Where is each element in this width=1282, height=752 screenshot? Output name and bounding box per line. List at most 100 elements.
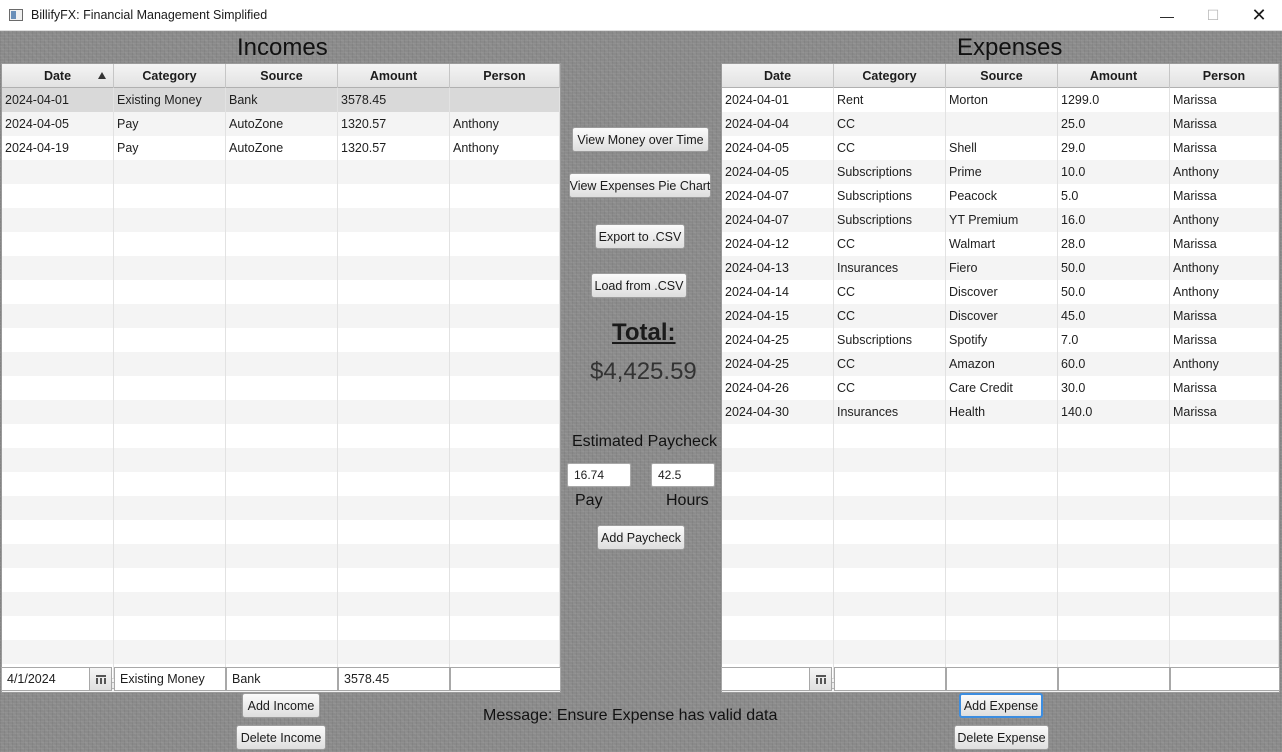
expense-source-input[interactable]	[946, 667, 1058, 691]
table-cell-date	[722, 592, 834, 616]
empty-table-row	[2, 352, 560, 376]
income-person-input[interactable]	[450, 667, 561, 691]
column-header-source[interactable]: Source	[226, 64, 338, 88]
table-row[interactable]: 2024-04-25 Subscriptions Spotify 7.0 Marissa	[722, 328, 1279, 352]
income-amount-input[interactable]: 3578.45	[338, 667, 450, 691]
income-category-input[interactable]: Existing Money	[114, 667, 226, 691]
table-cell-person	[450, 280, 560, 304]
table-cell-person: Marissa	[1170, 184, 1279, 208]
table-cell-amount	[338, 280, 450, 304]
column-header-source[interactable]: Source	[946, 64, 1058, 88]
table-cell-source	[226, 280, 338, 304]
table-cell-source: AutoZone	[226, 112, 338, 136]
table-row[interactable]: 2024-04-01 Rent Morton 1299.0 Marissa	[722, 88, 1279, 112]
table-cell-person	[1170, 592, 1279, 616]
export-csv-button[interactable]: Export to .CSV	[595, 224, 685, 249]
table-cell-person	[450, 520, 560, 544]
table-cell-person: Marissa	[1170, 376, 1279, 400]
maximize-button[interactable]: ☐	[1190, 0, 1236, 31]
table-row[interactable]: 2024-04-14 CC Discover 50.0 Anthony	[722, 280, 1279, 304]
income-date-picker-button[interactable]	[89, 667, 112, 691]
table-row[interactable]: 2024-04-12 CC Walmart 28.0 Marissa	[722, 232, 1279, 256]
minimize-button[interactable]: —	[1144, 0, 1190, 31]
table-row[interactable]: 2024-04-07 Subscriptions YT Premium 16.0 Ant…	[722, 208, 1279, 232]
column-header-category[interactable]: Category	[114, 64, 226, 88]
table-cell-date	[2, 160, 114, 184]
delete-expense-button[interactable]: Delete Expense	[954, 725, 1049, 750]
table-cell-amount	[338, 256, 450, 280]
table-cell-person	[450, 304, 560, 328]
table-cell-date	[722, 640, 834, 664]
incomes-table[interactable]: Date Category Source Amount Person 2024-04-0…	[1, 63, 561, 693]
table-cell-person	[450, 256, 560, 280]
expense-date-picker-button[interactable]	[809, 667, 832, 691]
column-header-person[interactable]: Person	[1170, 64, 1279, 88]
hours-input[interactable]: 42.5	[651, 463, 715, 487]
table-row[interactable]: 2024-04-25 CC Amazon 60.0 Anthony	[722, 352, 1279, 376]
table-cell-amount	[1058, 424, 1170, 448]
empty-table-row	[2, 304, 560, 328]
table-row[interactable]: 2024-04-05 Subscriptions Prime 10.0 Anthony	[722, 160, 1279, 184]
add-income-button[interactable]: Add Income	[242, 693, 320, 718]
table-cell-source: Morton	[946, 88, 1058, 112]
table-cell-category: Subscriptions	[834, 184, 946, 208]
column-header-amount[interactable]: Amount	[1058, 64, 1170, 88]
column-header-date[interactable]: Date	[2, 64, 114, 88]
table-cell-category: Pay	[114, 112, 226, 136]
table-cell-amount	[1058, 592, 1170, 616]
table-cell-category	[114, 256, 226, 280]
expense-amount-input[interactable]	[1058, 667, 1170, 691]
table-cell-source: YT Premium	[946, 208, 1058, 232]
table-row[interactable]: 2024-04-05 CC Shell 29.0 Marissa	[722, 136, 1279, 160]
view-money-over-time-button[interactable]: View Money over Time	[572, 127, 709, 152]
income-date-input[interactable]: 4/1/2024	[1, 667, 90, 691]
column-header-category[interactable]: Category	[834, 64, 946, 88]
table-cell-category: CC	[834, 112, 946, 136]
table-cell-date	[722, 448, 834, 472]
table-cell-source	[226, 160, 338, 184]
empty-table-row	[722, 472, 1279, 496]
empty-table-row	[2, 376, 560, 400]
table-cell-category	[834, 448, 946, 472]
table-cell-category: Subscriptions	[834, 328, 946, 352]
table-row[interactable]: 2024-04-15 CC Discover 45.0 Marissa	[722, 304, 1279, 328]
table-cell-amount: 1320.57	[338, 136, 450, 160]
table-cell-source: Bank	[226, 88, 338, 112]
table-cell-person	[450, 592, 560, 616]
table-row[interactable]: 2024-04-19 Pay AutoZone 1320.57 Anthony	[2, 136, 560, 160]
table-cell-date	[722, 496, 834, 520]
expense-category-input[interactable]	[834, 667, 946, 691]
table-row[interactable]: 2024-04-07 Subscriptions Peacock 5.0 Marissa	[722, 184, 1279, 208]
table-cell-category: Insurances	[834, 256, 946, 280]
add-paycheck-button[interactable]: Add Paycheck	[597, 525, 685, 550]
table-row[interactable]: 2024-04-30 Insurances Health 140.0 Marissa	[722, 400, 1279, 424]
table-row[interactable]: 2024-04-04 CC 25.0 Marissa	[722, 112, 1279, 136]
expense-date-input[interactable]	[721, 667, 810, 691]
load-csv-button[interactable]: Load from .CSV	[591, 273, 687, 298]
expense-person-input[interactable]	[1170, 667, 1280, 691]
pay-rate-input[interactable]: 16.74	[567, 463, 631, 487]
column-header-date[interactable]: Date	[722, 64, 834, 88]
table-row[interactable]: 2024-04-01 Existing Money Bank 3578.45	[2, 88, 560, 112]
column-header-amount[interactable]: Amount	[338, 64, 450, 88]
table-cell-category	[114, 448, 226, 472]
table-cell-source	[946, 424, 1058, 448]
table-cell-date	[2, 472, 114, 496]
empty-table-row	[2, 424, 560, 448]
expenses-table[interactable]: Date Category Source Amount Person 2024-04-0…	[721, 63, 1280, 693]
empty-table-row	[722, 568, 1279, 592]
table-cell-source	[226, 352, 338, 376]
income-source-input[interactable]: Bank	[226, 667, 338, 691]
column-header-person[interactable]: Person	[450, 64, 560, 88]
empty-table-row	[2, 208, 560, 232]
table-cell-date	[2, 592, 114, 616]
table-cell-date	[722, 544, 834, 568]
table-row[interactable]: 2024-04-05 Pay AutoZone 1320.57 Anthony	[2, 112, 560, 136]
close-button[interactable]: ✕	[1236, 0, 1282, 31]
table-row[interactable]: 2024-04-13 Insurances Fiero 50.0 Anthony	[722, 256, 1279, 280]
table-row[interactable]: 2024-04-26 CC Care Credit 30.0 Marissa	[722, 376, 1279, 400]
table-cell-date: 2024-04-12	[722, 232, 834, 256]
delete-income-button[interactable]: Delete Income	[236, 725, 326, 750]
add-expense-button[interactable]: Add Expense	[959, 693, 1043, 718]
view-expenses-pie-chart-button[interactable]: View Expenses Pie Chart	[569, 173, 711, 198]
